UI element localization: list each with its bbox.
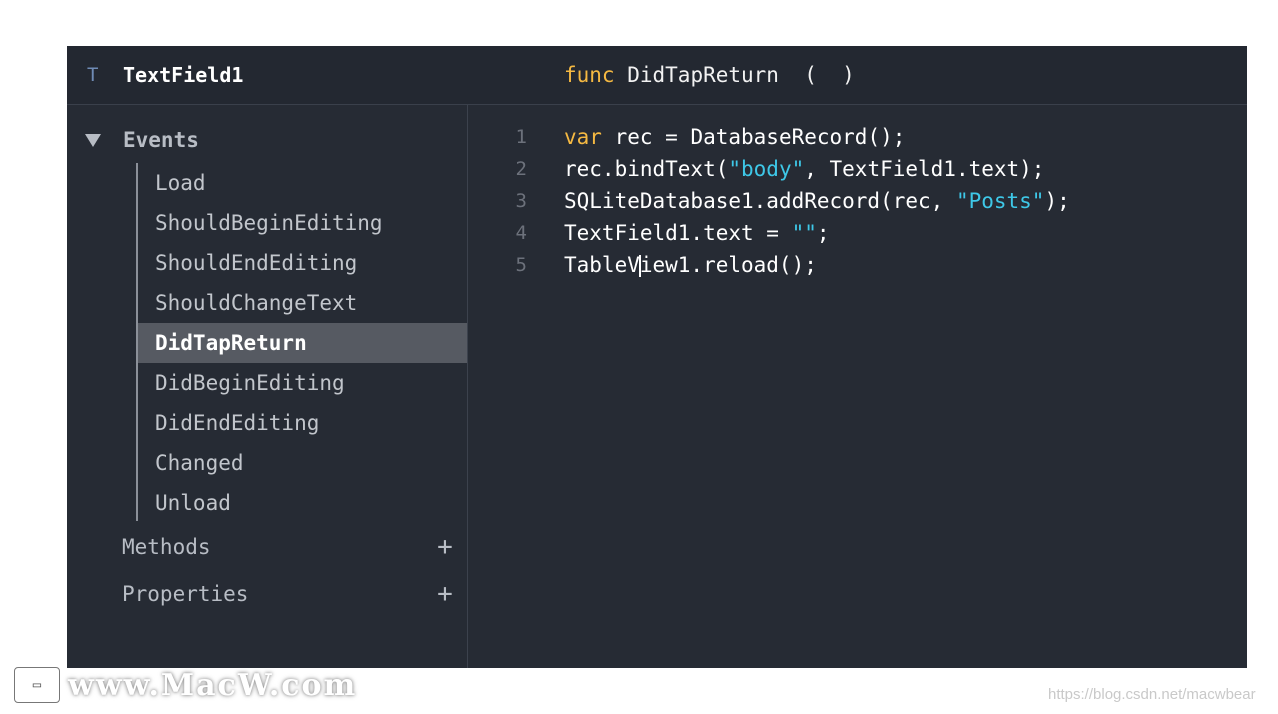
code-line[interactable]: 5 TableView1.reload(); xyxy=(468,249,1247,281)
keyword-token: var xyxy=(564,125,602,149)
event-item-didendediting[interactable]: DidEndEditing xyxy=(138,403,467,443)
properties-label: Properties xyxy=(122,582,249,606)
code-token: SQLiteDatabase1.addRecord(rec, xyxy=(564,189,956,213)
line-number: 2 xyxy=(515,158,527,180)
line-number: 3 xyxy=(515,190,527,212)
events-label: Events xyxy=(123,128,199,152)
add-method-icon[interactable]: + xyxy=(433,532,457,562)
code-text[interactable]: rec.bindText("body", TextField1.text); xyxy=(564,157,1044,181)
string-token: "Posts" xyxy=(955,189,1045,213)
event-item-shouldchangetext[interactable]: ShouldChangeText xyxy=(138,283,467,323)
object-name: TextField1 xyxy=(123,63,244,87)
code-token: TextField1.text = xyxy=(564,221,792,245)
event-item-shouldendediting[interactable]: ShouldEndEditing xyxy=(138,243,467,283)
string-token: "body" xyxy=(728,157,805,181)
code-token: rec.bindText( xyxy=(564,157,729,181)
event-item-unload[interactable]: Unload xyxy=(138,483,467,523)
code-line[interactable]: 2 rec.bindText("body", TextField1.text); xyxy=(468,153,1247,185)
event-item-didtapreturn[interactable]: DidTapReturn xyxy=(138,323,467,363)
event-item-load[interactable]: Load xyxy=(138,163,467,203)
code-text[interactable]: SQLiteDatabase1.addRecord(rec, "Posts"); xyxy=(564,189,1070,213)
function-signature: func DidTapReturn ( ) xyxy=(564,63,855,87)
source-credit: https://blog.csdn.net/macwbear xyxy=(1048,686,1256,703)
code-token: iew1.reload(); xyxy=(639,253,817,277)
editor-header: T TextField1 func DidTapReturn ( ) xyxy=(67,46,1247,105)
code-line[interactable]: 1 var rec = DatabaseRecord(); xyxy=(468,121,1247,153)
code-line[interactable]: 4 TextField1.text = ""; xyxy=(468,217,1247,249)
func-name: DidTapReturn xyxy=(627,63,779,87)
code-token: rec = DatabaseRecord(); xyxy=(601,125,906,149)
code-editor-window: T TextField1 func DidTapReturn ( ) Event… xyxy=(67,46,1247,668)
mac-monitor-icon: ▭ xyxy=(14,667,60,703)
properties-section[interactable]: Properties + xyxy=(122,576,457,612)
code-text[interactable]: TableView1.reload(); xyxy=(564,253,817,277)
code-line[interactable]: 3 SQLiteDatabase1.addRecord(rec, "Posts")… xyxy=(468,185,1247,217)
func-keyword: func xyxy=(564,63,615,87)
code-text[interactable]: var rec = DatabaseRecord(); xyxy=(564,125,905,149)
event-item-shouldbeginediting[interactable]: ShouldBeginEditing xyxy=(138,203,467,243)
line-number: 5 xyxy=(515,254,527,276)
string-token: "" xyxy=(791,221,817,245)
event-item-changed[interactable]: Changed xyxy=(138,443,467,483)
add-property-icon[interactable]: + xyxy=(433,579,457,609)
line-number: 4 xyxy=(515,222,527,244)
methods-label: Methods xyxy=(122,535,211,559)
code-token: ); xyxy=(1044,189,1070,213)
methods-section[interactable]: Methods + xyxy=(122,529,457,565)
textfield-type-icon: T xyxy=(87,64,99,86)
event-item-didbeginediting[interactable]: DidBeginEditing xyxy=(138,363,467,403)
code-text[interactable]: TextField1.text = ""; xyxy=(564,221,830,245)
sidebar: Events Load ShouldBeginEditing ShouldEndEd… xyxy=(67,105,468,668)
code-token: ; xyxy=(816,221,830,245)
events-section-header[interactable]: Events xyxy=(85,125,199,155)
disclosure-triangle-icon[interactable] xyxy=(85,133,101,147)
watermark-text: www.MacW.com xyxy=(68,668,358,703)
func-parens: ( ) xyxy=(804,63,855,87)
events-list: Load ShouldBeginEditing ShouldEndEditing Sh… xyxy=(138,163,467,523)
code-token: , TextField1.text); xyxy=(804,157,1045,181)
code-token: TableV xyxy=(564,253,640,277)
code-editor[interactable]: 1 var rec = DatabaseRecord(); 2 rec.bindTex… xyxy=(468,105,1247,668)
line-number: 1 xyxy=(515,126,527,148)
